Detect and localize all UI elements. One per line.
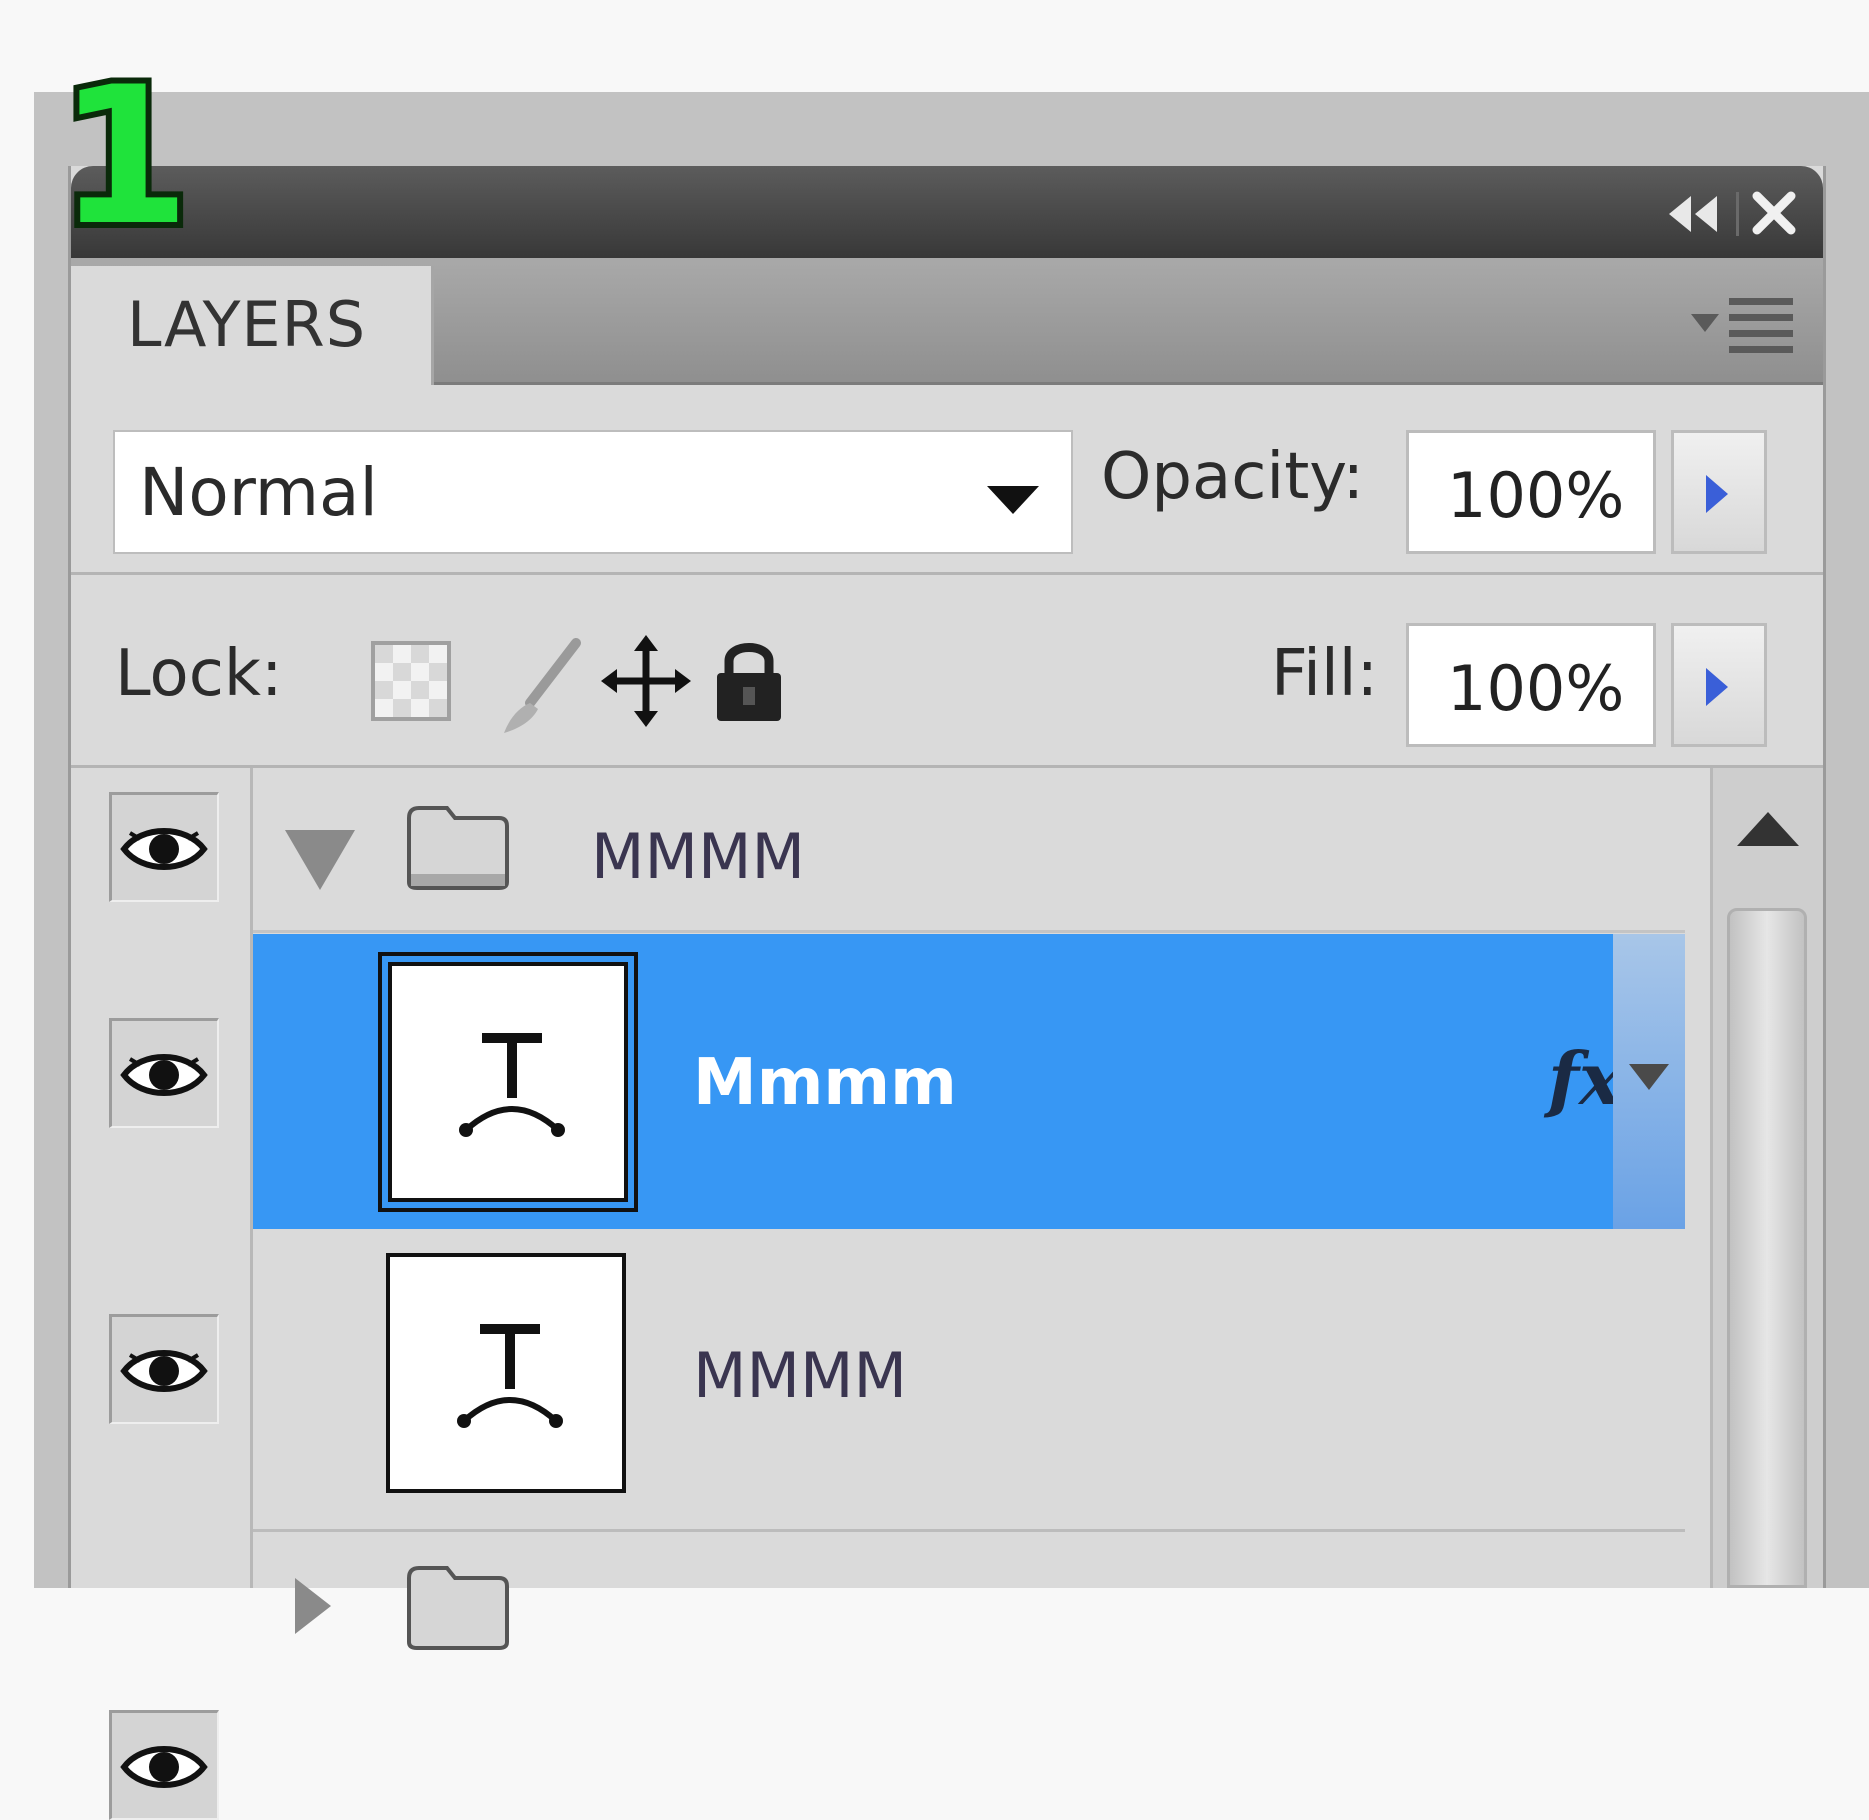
layer-name: Mmmm (693, 1046, 957, 1120)
opacity-input[interactable]: 100% (1406, 430, 1656, 554)
blend-opacity-row: Normal Opacity: 100% (71, 382, 1823, 575)
eye-icon (120, 1054, 208, 1096)
text-layer-thumbnail (378, 952, 638, 1212)
opacity-slider-button[interactable] (1671, 430, 1767, 554)
group-visibility-toggle[interactable] (109, 792, 219, 902)
opacity-value: 100% (1447, 459, 1625, 532)
lock-position-move-icon[interactable] (601, 635, 691, 727)
double-chevron-left-icon[interactable] (1663, 190, 1723, 238)
group-name: MMMM (591, 820, 805, 893)
fill-value: 100% (1447, 652, 1625, 725)
tab-layers[interactable]: LAYERS (71, 266, 434, 385)
layers-scrollbar[interactable] (1710, 768, 1823, 1588)
lock-label: Lock: (115, 637, 283, 711)
blend-mode-dropdown[interactable]: Normal (113, 430, 1073, 554)
blend-mode-value: Normal (139, 454, 378, 531)
group-visibility-toggle[interactable] (109, 1710, 219, 1820)
close-icon[interactable] (1749, 188, 1799, 238)
eye-icon (120, 1350, 208, 1392)
chevron-down-icon (987, 486, 1039, 514)
layer-group-row[interactable] (253, 1532, 1685, 1732)
layer-visibility-toggle[interactable] (109, 1018, 219, 1128)
lock-fill-row: Lock: Fill: 100% (71, 575, 1823, 768)
title-bar-divider (1736, 192, 1739, 236)
lock-transparency-icon[interactable] (371, 641, 451, 721)
fill-input[interactable]: 100% (1406, 623, 1656, 747)
opacity-label: Opacity: (1101, 440, 1365, 514)
eye-icon (120, 828, 208, 870)
effects-expand-toggle[interactable] (1613, 934, 1685, 1229)
step-number-badge: 1 (52, 46, 196, 267)
fill-label: Fill: (1271, 637, 1379, 711)
text-layer-thumbnail (386, 1253, 626, 1493)
text-layer-icon (459, 1033, 565, 1137)
layer-name: MMMM (693, 1339, 907, 1412)
chevron-right-icon (1706, 475, 1728, 513)
triangle-collapsed-icon[interactable] (293, 1576, 333, 1636)
chevron-down-icon (1629, 1064, 1669, 1090)
text-layer-icon (457, 1324, 563, 1428)
folder-icon (407, 806, 509, 890)
panel-tab-strip: LAYERS (71, 258, 1823, 385)
fill-slider-button[interactable] (1671, 623, 1767, 747)
layer-group-row[interactable]: MMMM (253, 768, 1685, 933)
layers-panel: LAYERS Normal Opacity: 100% Lock: Fill: … (68, 166, 1826, 1820)
chevron-right-icon (1706, 668, 1728, 706)
panel-menu-icon[interactable] (1689, 292, 1799, 362)
layer-row[interactable]: MMMM (253, 1229, 1685, 1532)
visibility-column (71, 768, 253, 1820)
scroll-up-icon[interactable] (1735, 808, 1801, 848)
layers-list: MMMM Mmmm fx MMMM (71, 768, 1823, 1820)
layer-visibility-toggle[interactable] (109, 1314, 219, 1424)
triangle-expanded-icon[interactable] (283, 828, 357, 892)
lock-all-padlock-icon[interactable] (711, 635, 787, 725)
lock-image-brush-icon[interactable] (496, 637, 586, 737)
scrollbar-track[interactable] (1727, 908, 1807, 1588)
eye-icon (120, 1746, 208, 1788)
folder-icon (407, 1566, 509, 1650)
tab-layers-label: LAYERS (127, 288, 367, 361)
layer-row-selected[interactable]: Mmmm fx (253, 934, 1685, 1229)
fx-effects-icon[interactable]: fx (1548, 1036, 1622, 1121)
panel-title-bar (71, 166, 1823, 258)
